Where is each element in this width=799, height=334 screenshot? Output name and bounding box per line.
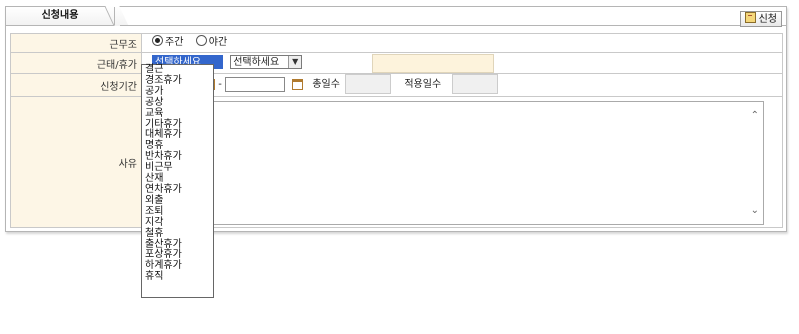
tab-application-content[interactable]: 신청내용 xyxy=(6,6,129,26)
shift-row: 근무조 주간 야간 xyxy=(10,33,783,53)
reason-value-cell: ⌃ ⌄ xyxy=(141,96,783,228)
leave-detail-select-value: 선택하세요 xyxy=(233,57,280,68)
applied-days-field xyxy=(452,74,499,94)
reason-textarea[interactable]: ⌃ ⌄ xyxy=(146,101,764,225)
shift-day-label: 주간 xyxy=(165,37,184,48)
document-icon xyxy=(744,12,756,23)
chevron-up-icon[interactable]: ⌃ xyxy=(751,110,759,121)
period-end-input[interactable] xyxy=(224,76,285,92)
shift-value-cell: 주간 야간 xyxy=(141,33,783,53)
total-days-label: 총일수 xyxy=(312,79,340,90)
period-dash: - xyxy=(218,79,222,90)
tab-divider xyxy=(120,25,786,26)
dropdown-option[interactable]: 휴직 xyxy=(142,271,213,283)
leave-type-dropdown-list[interactable]: 결근 경조휴가 공가 공상 교육 기타휴가 대체휴가 명휴 반차휴가 비근무 산… xyxy=(141,64,214,298)
period-row: 신청기간 - 총일수 적용일수 xyxy=(10,73,783,97)
shift-night-radio[interactable] xyxy=(195,35,207,46)
leave-detail-select[interactable]: 선택하세요 ▼ xyxy=(230,55,303,69)
total-days-field xyxy=(345,74,392,94)
leave-info-box xyxy=(372,54,494,73)
dropdown-option[interactable]: 철휴 xyxy=(142,228,213,240)
applied-days-label: 적용일수 xyxy=(404,79,442,90)
application-form: 근무조 주간 야간 근태/휴가 선택하세요 선택하세요 ▼ 신청기간 - 총일수… xyxy=(10,33,783,228)
calendar-icon[interactable] xyxy=(292,78,304,90)
period-label: 신청기간 xyxy=(10,73,142,97)
leave-label: 근태/휴가 xyxy=(10,52,142,74)
shift-label: 근무조 xyxy=(10,33,142,53)
reason-label: 사유 xyxy=(10,96,142,228)
dropdown-option[interactable]: 교육 xyxy=(142,108,213,120)
shift-day-radio[interactable] xyxy=(152,35,163,46)
chevron-down-icon: ▼ xyxy=(288,56,302,68)
chevron-down-icon[interactable]: ⌄ xyxy=(751,205,759,216)
dropdown-option[interactable]: 지각 xyxy=(142,217,213,229)
apply-button-label: 신청 xyxy=(758,14,777,25)
period-value-cell: - 총일수 적용일수 xyxy=(141,73,783,97)
leave-row: 근태/휴가 선택하세요 선택하세요 ▼ xyxy=(10,52,783,74)
application-panel: 신청내용 신청 근무조 주간 야간 근태/휴가 선택하세요 선택하세요 ▼ 신청… xyxy=(5,6,787,232)
tab-label: 신청내용 xyxy=(6,7,115,25)
dropdown-option[interactable]: 공상 xyxy=(142,97,213,109)
reason-row: 사유 ⌃ ⌄ xyxy=(10,96,783,228)
apply-button[interactable]: 신청 xyxy=(739,11,782,27)
leave-value-cell: 선택하세요 선택하세요 ▼ xyxy=(141,52,783,74)
shift-night-label: 야간 xyxy=(208,37,228,48)
